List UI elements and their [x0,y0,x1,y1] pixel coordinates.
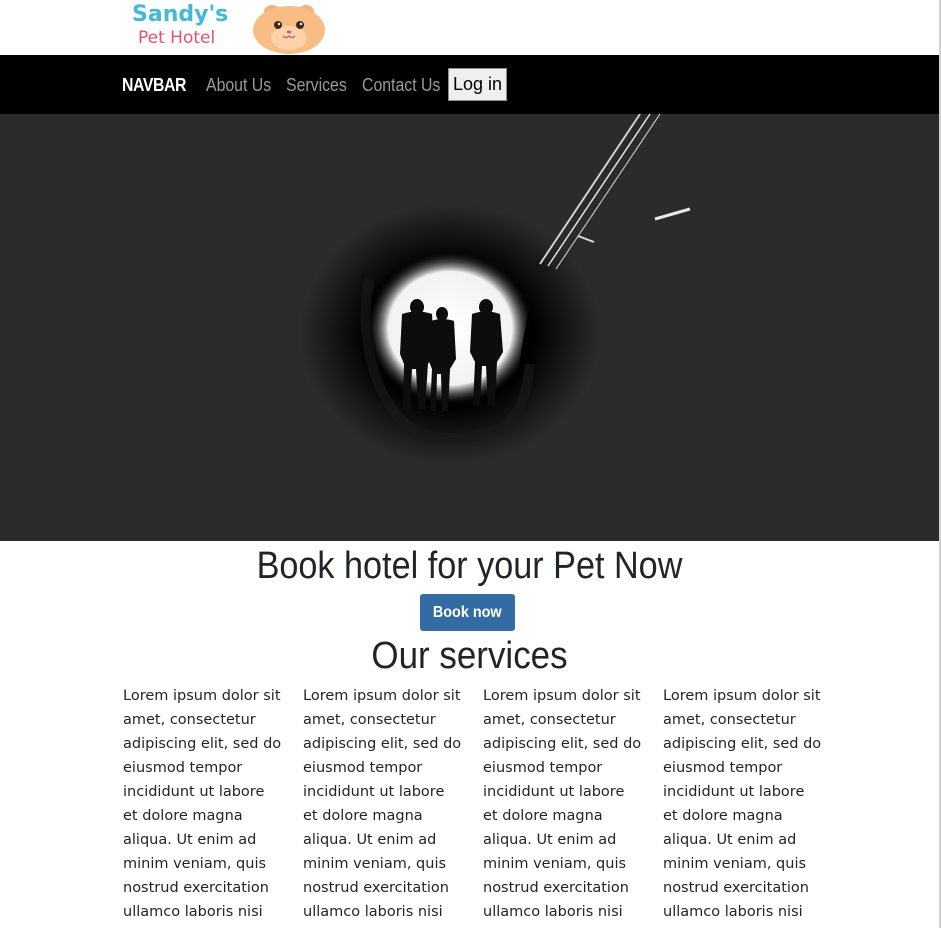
logo-text-line2: Pet Hotel [138,28,216,48]
book-now-button[interactable]: Book now [420,594,515,631]
cave-photo [300,114,691,464]
hero-image [0,114,939,541]
nav-link-about[interactable]: About Us [206,75,271,96]
login-button[interactable]: Log in [448,68,507,101]
hamster-face-icon [253,5,325,54]
navbar-brand[interactable]: NAVBAR [122,75,186,96]
navbar: NAVBAR About Us Services Contact Us Log … [0,55,941,114]
logo-bar: Sandy's Pet Hotel [0,0,941,55]
services-title: Our services [371,635,568,677]
nav-link-services[interactable]: Services [286,75,347,96]
site-logo[interactable]: Sandy's Pet Hotel [132,2,327,54]
service-column-3: Lorem ipsum dolor sit amet, consectetur … [483,688,642,920]
nav-link-contact[interactable]: Contact Us [362,75,440,96]
logo-text-line1: Sandy's [132,2,229,27]
page-headline: Book hotel for your Pet Now [256,545,683,587]
service-column-2: Lorem ipsum dolor sit amet, consectetur … [303,688,462,920]
book-now-label: Book now [433,603,502,621]
service-column-1: Lorem ipsum dolor sit amet, consectetur … [123,688,282,920]
service-column-4: Lorem ipsum dolor sit amet, consectetur … [663,688,822,920]
